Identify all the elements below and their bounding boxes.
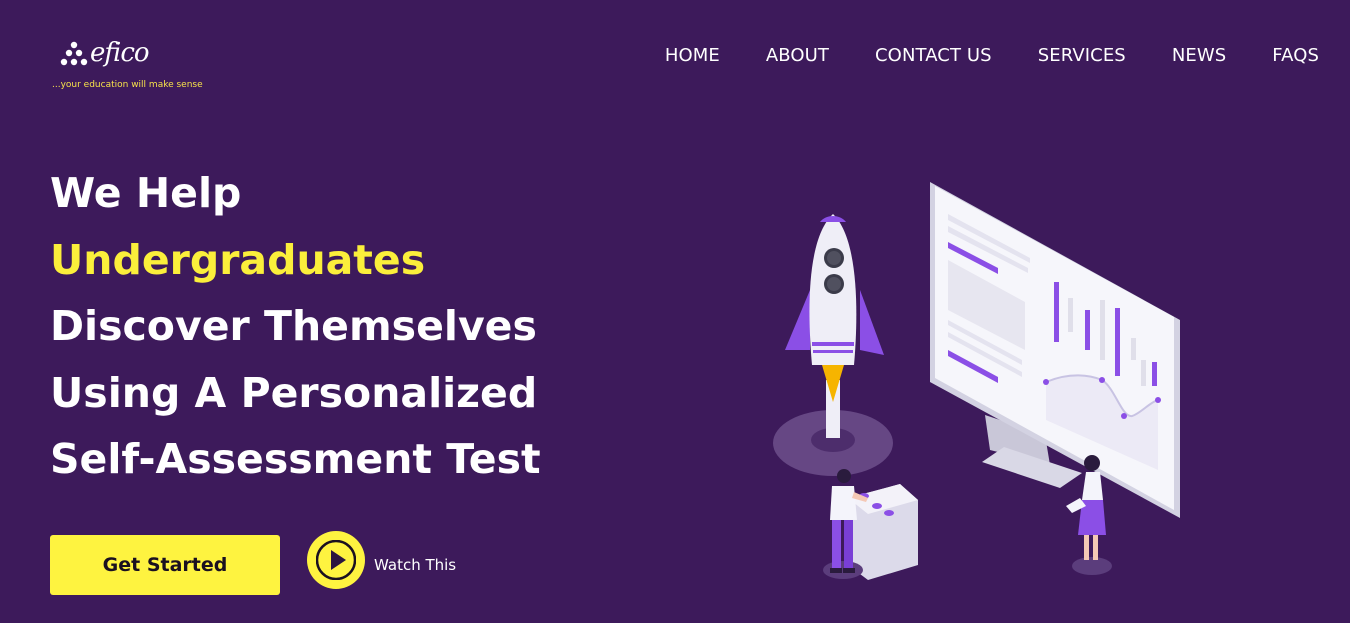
hero-line-1: We Help xyxy=(50,169,242,217)
rocket-icon xyxy=(785,214,884,438)
nav-services[interactable]: SERVICES xyxy=(1038,45,1126,66)
nav-faqs[interactable]: FAQS xyxy=(1272,45,1319,66)
brand-tagline: ...your education will make sense xyxy=(52,80,203,90)
get-started-button[interactable]: Get Started xyxy=(50,535,280,595)
play-icon xyxy=(316,540,356,580)
nav-home[interactable]: HOME xyxy=(665,45,720,66)
brand-name: efico xyxy=(90,38,150,68)
people-dots-icon xyxy=(60,41,88,66)
brand-logo[interactable]: efico ...your education will make sense xyxy=(52,38,232,98)
nav-contact-us[interactable]: CONTACT US xyxy=(875,45,992,66)
play-button[interactable] xyxy=(307,531,365,589)
hero-line-3: Discover Themselves xyxy=(50,302,537,350)
hero-illustration xyxy=(773,182,1180,580)
watch-label: Watch This xyxy=(374,556,457,574)
nav-news[interactable]: NEWS xyxy=(1172,45,1226,66)
hero-highlight: Undergraduates xyxy=(50,235,426,284)
nav-about[interactable]: ABOUT xyxy=(766,45,829,66)
main-nav: HOME ABOUT CONTACT US SERVICES NEWS FAQS xyxy=(665,45,1319,66)
monitor-icon xyxy=(930,182,1180,518)
watch-video-link[interactable]: Watch This xyxy=(307,531,456,589)
hero-headline: We Help Undergraduates Discover Themselv… xyxy=(50,160,690,493)
hero-line-5: Self-Assessment Test xyxy=(50,435,541,483)
hero-line-4: Using A Personalized xyxy=(50,368,538,417)
